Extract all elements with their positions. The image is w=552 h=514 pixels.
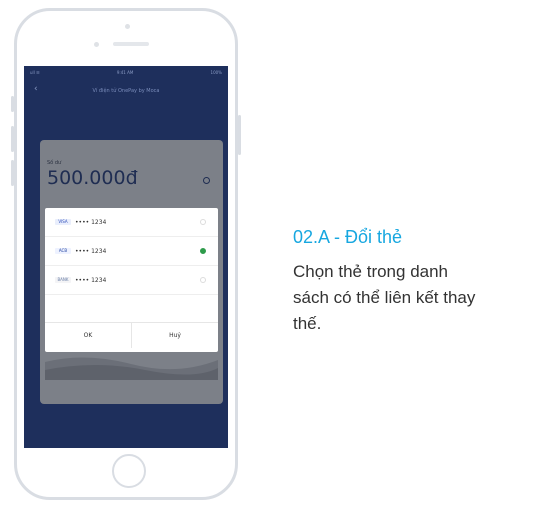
card-number: •••• 1234: [75, 218, 107, 226]
balance-amount: 500.000đ: [47, 167, 138, 189]
front-camera: [94, 42, 99, 47]
sensor-dot: [125, 24, 130, 29]
card-row[interactable]: ACB •••• 1234: [45, 237, 218, 266]
card-radio-selected[interactable]: [200, 248, 206, 254]
wave-decoration: [45, 357, 218, 380]
volume-down-button: [11, 160, 14, 186]
step-description: Chọn thẻ trong danh sách có thể liên kết…: [293, 259, 548, 337]
power-button: [238, 115, 241, 155]
phone-screen: ull ☰ 9:41 AM 100% ‹ Ví điện tử OnePay b…: [24, 66, 228, 448]
cancel-button[interactable]: Huỷ: [131, 323, 218, 348]
back-icon[interactable]: ‹: [34, 84, 38, 94]
description-line: Chọn thẻ trong danh: [293, 262, 449, 281]
description-line: thế.: [293, 314, 322, 333]
card-number: •••• 1234: [75, 247, 107, 255]
card-radio[interactable]: [200, 277, 206, 283]
signal-indicator: ull ☰: [30, 69, 40, 75]
mute-switch: [11, 96, 14, 112]
step-title: 02.A - Đổi thẻ: [293, 227, 403, 247]
balance-caption: Số dư: [47, 160, 62, 166]
nav-title: Ví điện tử OnePay by Moca: [92, 88, 160, 94]
refresh-icon[interactable]: [203, 177, 210, 184]
status-bar: ull ☰ 9:41 AM 100%: [24, 66, 228, 78]
card-row[interactable]: BANK •••• 1234: [45, 266, 218, 295]
card-select-modal: VISA •••• 1234 ACB •••• 1234 BANK •••• 1…: [45, 208, 218, 352]
acb-logo-icon: ACB: [55, 248, 71, 254]
nav-bar: ‹ Ví điện tử OnePay by Moca: [24, 80, 228, 102]
volume-up-button: [11, 126, 14, 152]
card-radio[interactable]: [200, 219, 206, 225]
ok-button[interactable]: OK: [45, 323, 131, 348]
battery-indicator: 100%: [210, 69, 222, 75]
earpiece-speaker: [113, 42, 149, 46]
card-row[interactable]: VISA •••• 1234: [45, 208, 218, 237]
card-number: •••• 1234: [75, 276, 107, 284]
phone-frame: ull ☰ 9:41 AM 100% ‹ Ví điện tử OnePay b…: [14, 8, 238, 500]
bank-logo-icon: BANK: [55, 277, 71, 283]
description-line: sách có thể liên kết thay: [293, 288, 476, 307]
visa-logo-icon: VISA: [55, 219, 71, 225]
status-time: 9:41 AM: [116, 69, 134, 75]
modal-actions: OK Huỷ: [45, 322, 218, 348]
home-button: [112, 454, 146, 488]
